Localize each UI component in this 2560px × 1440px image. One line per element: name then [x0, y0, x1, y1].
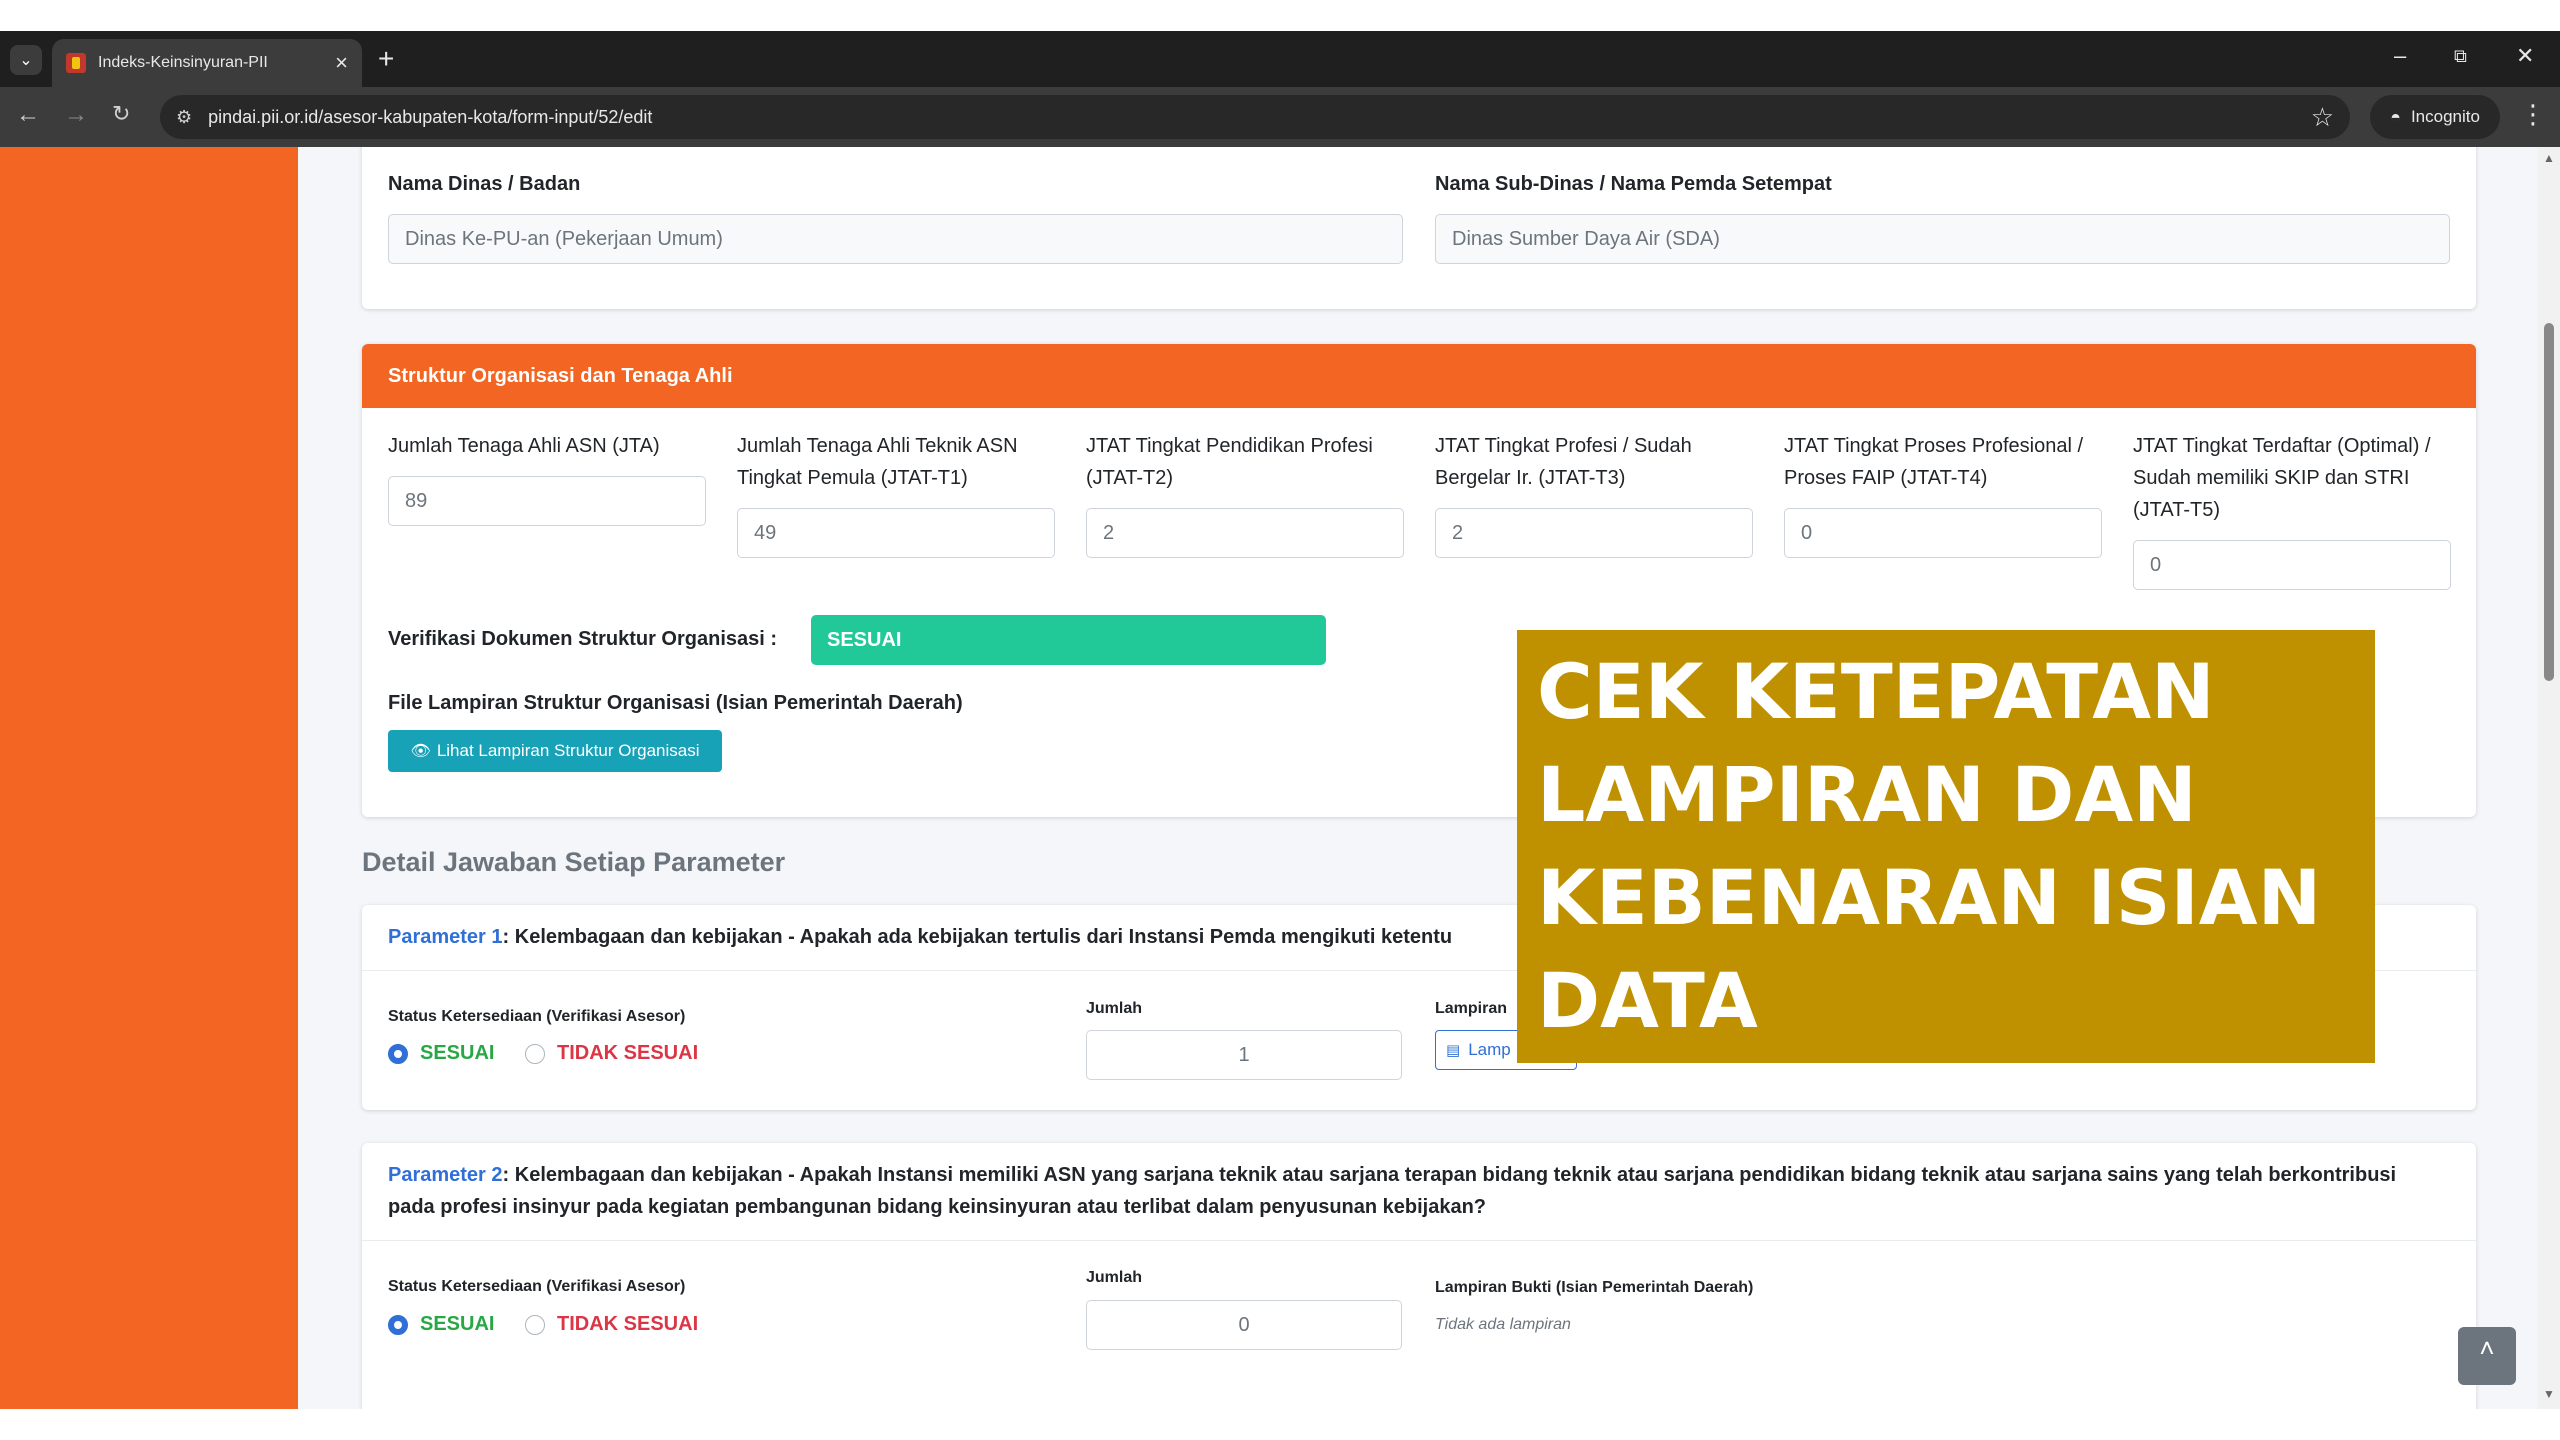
- radio-sesuai[interactable]: SESUAI: [388, 1313, 494, 1336]
- jtat-t5-label: JTAT Tingkat Terdaftar (Optimal) / Sudah…: [2133, 435, 2431, 521]
- jtat-t1-input[interactable]: 49: [737, 508, 1055, 558]
- radio-checked-icon: [388, 1314, 408, 1335]
- radio-unchecked-icon: [525, 1043, 545, 1064]
- status-label: Status Ketersediaan (Verifikasi Asesor): [388, 1278, 686, 1295]
- document-icon: ▤: [1446, 1042, 1461, 1059]
- jumlah-label: Jumlah: [1086, 1269, 1143, 1286]
- eye-icon: 👁: [410, 743, 431, 760]
- jtat-t3-input[interactable]: 2: [1435, 508, 1753, 558]
- verifikasi-status-badge: SESUAI: [811, 615, 1326, 665]
- jtat-t4-input[interactable]: 0: [1784, 508, 2102, 558]
- restore-icon[interactable]: ⧉: [2454, 46, 2467, 67]
- site-favicon-icon: [66, 53, 86, 73]
- window-close-icon[interactable]: ✕: [2516, 43, 2534, 69]
- nama-dinas-input[interactable]: Dinas Ke-PU-an (Pekerjaan Umum): [388, 214, 1403, 264]
- jtat-t5-input[interactable]: 0: [2133, 540, 2451, 590]
- tab-close-icon[interactable]: ×: [335, 50, 348, 76]
- parameter-1-number: Parameter 1: [388, 926, 503, 948]
- jumlah-label: Jumlah: [1086, 1000, 1143, 1017]
- parameter-2-question: Parameter 2: Kelembagaan dan kebijakan -…: [388, 1159, 2448, 1223]
- jtat-t2-label: JTAT Tingkat Pendidikan Profesi (JTAT-T2…: [1086, 435, 1373, 489]
- radio-sesuai-label: SESUAI: [420, 1042, 495, 1064]
- annotation-text: CEK KETEPATAN LAMPIRAN DAN KEBENARAN ISI…: [1537, 647, 2322, 1045]
- lihat-lampiran-button[interactable]: 👁 Lihat Lampiran Struktur Organisasi: [388, 730, 722, 772]
- lampiran-button-label: Lamp: [1468, 1040, 1511, 1059]
- parameter-1-text: : Kelembagaan dan kebijakan - Apakah ada…: [502, 926, 1453, 948]
- menu-kebab-icon[interactable]: ⋮: [2520, 99, 2546, 130]
- struktur-card-header: Struktur Organisasi dan Tenaga Ahli: [362, 344, 2476, 408]
- incognito-icon: ◓: [2390, 106, 2401, 127]
- bookmark-star-icon[interactable]: ☆: [2311, 102, 2334, 133]
- jta-label: Jumlah Tenaga Ahli ASN (JTA): [388, 435, 660, 457]
- verifikasi-label: Verifikasi Dokumen Struktur Organisasi :: [388, 628, 778, 650]
- minimize-icon[interactable]: –: [2394, 43, 2406, 69]
- radio-sesuai[interactable]: SESUAI: [388, 1042, 494, 1065]
- incognito-label: Incognito: [2410, 107, 2480, 126]
- radio-unchecked-icon: [525, 1314, 545, 1335]
- back-arrow-icon[interactable]: ←: [16, 101, 40, 129]
- incognito-indicator[interactable]: ◓ Incognito: [2370, 95, 2500, 139]
- new-tab-icon[interactable]: +: [378, 43, 394, 75]
- lampiran-label: Lampiran Bukti (Isian Pemerintah Daerah): [1435, 1279, 1754, 1296]
- radio-tidak-sesuai[interactable]: TIDAK SESUAI: [525, 1313, 698, 1336]
- site-settings-icon[interactable]: ⚙: [176, 107, 192, 128]
- sub-dinas-label: Nama Sub-Dinas / Nama Pemda Setempat: [1435, 173, 1832, 195]
- scroll-down-icon[interactable]: ▼: [2543, 1387, 2555, 1401]
- jumlah-input[interactable]: 0: [1086, 1300, 1402, 1350]
- jtat-t2-input[interactable]: 2: [1086, 508, 1404, 558]
- section-title: Detail Jawaban Setiap Parameter: [362, 847, 786, 877]
- jta-input[interactable]: 89: [388, 476, 706, 526]
- radio-tidak-sesuai-label: TIDAK SESUAI: [557, 1313, 699, 1335]
- no-lampiran-text: Tidak ada lampiran: [1435, 1316, 1571, 1333]
- tab-list-button[interactable]: ⌄: [10, 45, 42, 75]
- radio-tidak-sesuai[interactable]: TIDAK SESUAI: [525, 1042, 698, 1065]
- url-text: pindai.pii.or.id/asesor-kabupaten-kota/f…: [208, 106, 653, 127]
- jtat-t1-label: Jumlah Tenaga Ahli Teknik ASN Tingkat Pe…: [737, 435, 1018, 489]
- nama-dinas-label: Nama Dinas / Badan: [388, 173, 581, 195]
- file-lampiran-label: File Lampiran Struktur Organisasi (Isian…: [388, 692, 963, 714]
- annotation-overlay: CEK KETEPATAN LAMPIRAN DAN KEBENARAN ISI…: [1517, 630, 2375, 1063]
- screenshot-root: ⌄ Indeks-Keinsinyuran-PII × + – ⧉ ✕ ← → …: [0, 0, 2560, 1440]
- jtat-t3-label: JTAT Tingkat Profesi / Sudah Bergelar Ir…: [1435, 435, 1692, 489]
- lihat-lampiran-label: Lihat Lampiran Struktur Organisasi: [436, 741, 700, 760]
- browser-tab[interactable]: Indeks-Keinsinyuran-PII ×: [52, 39, 362, 87]
- sub-dinas-input[interactable]: Dinas Sumber Daya Air (SDA): [1435, 214, 2450, 264]
- browser-tab-bar: ⌄ Indeks-Keinsinyuran-PII × + – ⧉ ✕: [0, 31, 2560, 87]
- dinas-card: Nama Dinas / Badan Dinas Ke-PU-an (Peker…: [362, 147, 2476, 309]
- radio-tidak-sesuai-label: TIDAK SESUAI: [557, 1042, 699, 1064]
- radio-sesuai-label: SESUAI: [420, 1313, 495, 1335]
- status-label: Status Ketersediaan (Verifikasi Asesor): [388, 1008, 686, 1025]
- radio-checked-icon: [388, 1043, 408, 1064]
- forward-arrow-icon[interactable]: →: [64, 101, 88, 129]
- reload-icon[interactable]: ↻: [112, 101, 130, 127]
- address-bar[interactable]: ⚙ pindai.pii.or.id/asesor-kabupaten-kota…: [160, 95, 2350, 139]
- back-to-top-button[interactable]: ˄: [2458, 1327, 2516, 1385]
- lampiran-label: Lampiran: [1435, 1000, 1508, 1017]
- parameter-2-card: Parameter 2: Kelembagaan dan kebijakan -…: [362, 1143, 2476, 1409]
- parameter-2-number: Parameter 2: [388, 1164, 503, 1186]
- scrollbar-thumb[interactable]: [2544, 323, 2554, 681]
- page-scrollbar[interactable]: ▲ ▼: [2538, 147, 2560, 1409]
- scroll-up-icon[interactable]: ▲: [2543, 151, 2555, 165]
- divider: [362, 1240, 2476, 1241]
- parameter-2-text: : Kelembagaan dan kebijakan - Apakah Ins…: [388, 1164, 2397, 1218]
- jtat-t4-label: JTAT Tingkat Proses Profesional / Proses…: [1784, 435, 2084, 489]
- browser-toolbar: ← → ↻ ⚙ pindai.pii.or.id/asesor-kabupate…: [0, 87, 2560, 147]
- tab-title: Indeks-Keinsinyuran-PII: [98, 54, 268, 71]
- jumlah-input[interactable]: 1: [1086, 1030, 1402, 1080]
- sidebar: [0, 147, 298, 1409]
